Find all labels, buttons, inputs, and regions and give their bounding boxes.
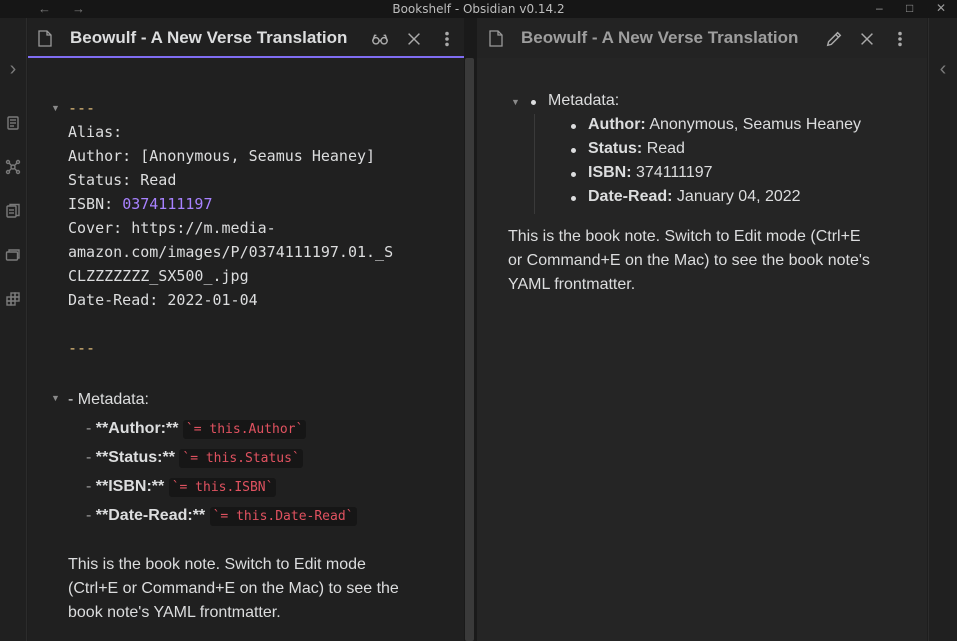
editor-tab-header: Beowulf - A New Verse Translation — [28, 18, 464, 58]
bullet — [571, 196, 576, 201]
editor-tab-title: Beowulf - A New Verse Translation — [70, 28, 348, 47]
collapse-sidebar-icon[interactable]: ‹ — [934, 58, 952, 80]
file-icon — [38, 30, 52, 47]
close-tab-icon[interactable] — [404, 29, 424, 49]
more-options-icon[interactable] — [437, 29, 457, 49]
graph-view-icon[interactable] — [4, 158, 22, 176]
left-ribbon: › — [0, 18, 27, 641]
bullet — [571, 172, 576, 177]
metadata-item: - **Author:** `= this.Author` — [86, 420, 307, 439]
templates-icon[interactable] — [4, 202, 22, 220]
metadata-item: Status: Read — [588, 140, 685, 157]
frontmatter-cover-cont: CLZZZZZZZ_SX500_.jpg — [68, 267, 249, 285]
frontmatter-status: Status: Read — [68, 171, 177, 189]
frontmatter-cover-cont: amazon.com/images/P/0374111197.01._S — [68, 243, 394, 261]
fold-arrow-icon[interactable]: ▼ — [511, 97, 520, 107]
fold-arrow-icon[interactable]: ▼ — [51, 103, 60, 113]
file-icon — [489, 30, 503, 47]
indent-guide — [534, 114, 535, 214]
fold-arrow-icon[interactable]: ▼ — [51, 393, 60, 403]
metadata-heading: - Metadata: — [68, 391, 149, 408]
metadata-item: - **Date-Read:** `= this.Date-Read` — [86, 507, 357, 526]
body-line: This is the book note. Switch to Edit mo… — [68, 556, 366, 573]
frontmatter-open: --- — [68, 99, 96, 117]
metadata-item: - **Status:** `= this.Status` — [86, 449, 303, 468]
bullet — [571, 124, 576, 129]
frontmatter-isbn: ISBN: 0374111197 — [68, 195, 213, 213]
dataview-icon[interactable] — [4, 290, 22, 308]
window-title: Bookshelf - Obsidian v0.14.2 — [392, 2, 565, 16]
close-window-button[interactable]: ✕ — [936, 0, 946, 17]
body-line: YAML frontmatter. — [508, 276, 636, 293]
editor-scrollbar[interactable] — [465, 58, 474, 641]
frontmatter-cover: Cover: https://m.media- — [68, 219, 276, 237]
right-ribbon: ‹ — [928, 18, 957, 641]
metadata-item: ISBN: 374111197 — [588, 164, 713, 181]
frontmatter-alias: Alias: — [68, 123, 123, 141]
expand-sidebar-icon[interactable]: › — [4, 58, 22, 80]
file-switcher-icon[interactable] — [4, 114, 22, 132]
body-line: This is the book note. Switch to Edit mo… — [508, 228, 861, 245]
metadata-heading: Metadata: — [548, 92, 620, 109]
body-line: book note's YAML frontmatter. — [68, 604, 281, 621]
metadata-item: Date-Read: January 04, 2022 — [588, 188, 801, 205]
minimize-button[interactable]: – — [876, 0, 883, 17]
edit-pencil-icon[interactable] — [824, 29, 844, 49]
metadata-item: - **ISBN:** `= this.ISBN` — [86, 478, 277, 497]
metadata-item: Author: Anonymous, Seamus Heaney — [588, 116, 861, 133]
preview-pane: Beowulf - A New Verse Translation ▼ Meta… — [477, 18, 927, 641]
markdown-editor[interactable]: ▼ --- Alias: Author: [Anonymous, Seamus … — [28, 58, 464, 641]
frontmatter-author: Author: [Anonymous, Seamus Heaney] — [68, 147, 376, 165]
bullet — [571, 148, 576, 153]
close-tab-icon[interactable] — [857, 29, 877, 49]
preview-tab-title: Beowulf - A New Verse Translation — [521, 28, 799, 47]
more-options-icon[interactable] — [890, 29, 910, 49]
maximize-button[interactable]: □ — [906, 0, 913, 17]
editor-pane: Beowulf - A New Verse Translation ▼ --- … — [28, 18, 464, 641]
body-line: (Ctrl+E or Command+E on the Mac) to see … — [68, 580, 399, 597]
markdown-preview: ▼ Metadata: Author: Anonymous, Seamus He… — [477, 58, 927, 641]
frontmatter-date-read: Date-Read: 2022-01-04 — [68, 291, 258, 309]
title-bar: ← → Bookshelf - Obsidian v0.14.2 – □ ✕ — [0, 0, 957, 18]
frontmatter-close: --- — [68, 339, 96, 357]
body-line: or Command+E on the Mac) to see the book… — [508, 252, 870, 269]
slides-icon[interactable] — [4, 246, 22, 264]
preview-tab-header: Beowulf - A New Verse Translation — [477, 18, 927, 58]
bullet — [531, 100, 536, 105]
reading-view-icon[interactable] — [370, 29, 390, 49]
